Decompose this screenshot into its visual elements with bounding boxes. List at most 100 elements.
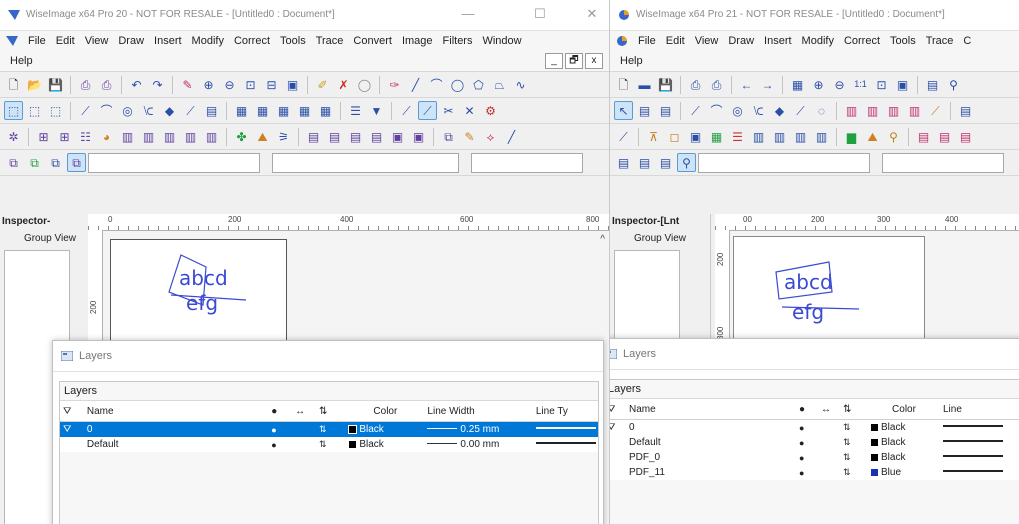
- menu-filters[interactable]: Filters: [443, 35, 473, 47]
- doc-minimize-button[interactable]: _: [545, 53, 563, 69]
- menu-edit[interactable]: Edit: [666, 35, 685, 47]
- raster-tool-9-icon[interactable]: ▥: [791, 127, 810, 146]
- layers-icon[interactable]: ▤: [614, 153, 633, 172]
- layer-dropdown[interactable]: [88, 152, 260, 173]
- raster-tool-11-icon[interactable]: ✤: [232, 127, 251, 146]
- trace-cross-icon[interactable]: ✕: [460, 101, 479, 120]
- select-fill-icon[interactable]: ◆: [160, 101, 179, 120]
- menu-trace[interactable]: Trace: [316, 35, 344, 47]
- name-column-header[interactable]: Name: [626, 399, 796, 420]
- trace-select-icon[interactable]: ⟋: [418, 101, 437, 120]
- layers-dialog-title[interactable]: Layers: [53, 341, 603, 372]
- menu-correct[interactable]: Correct: [844, 35, 880, 47]
- visible-icon[interactable]: ●: [796, 465, 818, 480]
- visibility-column-icon[interactable]: ●: [796, 399, 818, 420]
- group-view-tab[interactable]: Group View: [4, 232, 96, 246]
- select-circle-icon[interactable]: ◎: [118, 101, 137, 120]
- raster-tool-2-icon[interactable]: ⊼: [644, 127, 663, 146]
- edit-raster-icon[interactable]: ✎: [178, 75, 197, 94]
- undo-icon[interactable]: ↶: [127, 75, 146, 94]
- filter-column-icon[interactable]: ⛛: [60, 401, 84, 422]
- print-preview-icon[interactable]: ⎙: [97, 75, 116, 94]
- raster-tool-7-icon[interactable]: ▥: [749, 127, 768, 146]
- zoom-out-icon[interactable]: ⊖: [830, 75, 849, 94]
- raster-tool-22-icon[interactable]: ⟡: [481, 127, 500, 146]
- app-menu-icon[interactable]: [616, 35, 628, 47]
- raster-select-5-icon[interactable]: ⟋: [926, 101, 945, 120]
- select-all-icon[interactable]: ⬚: [46, 101, 65, 120]
- raster-tool-13-icon[interactable]: ⚲: [884, 127, 903, 146]
- link-column-icon[interactable]: ↔: [292, 401, 316, 422]
- eraser-icon[interactable]: ◯: [355, 75, 374, 94]
- raster-tool-21-icon[interactable]: ✎: [460, 127, 479, 146]
- raster-tool-10-icon[interactable]: ▥: [812, 127, 831, 146]
- trace-cut-icon[interactable]: ✂: [439, 101, 458, 120]
- linetype-dropdown[interactable]: [882, 152, 1004, 173]
- trace-settings-icon[interactable]: ⚙: [481, 101, 500, 120]
- print-preview-icon[interactable]: ⎙: [707, 75, 726, 94]
- brush-icon[interactable]: ✑: [385, 75, 404, 94]
- zoom-page-icon[interactable]: ▣: [893, 75, 912, 94]
- adjust-icon[interactable]: ⚲: [944, 75, 963, 94]
- layer-row[interactable]: ⛛ 0 ● ⇅ Black 0.25 mm: [60, 421, 598, 437]
- zoom-in-icon[interactable]: ⊕: [809, 75, 828, 94]
- visible-icon[interactable]: ●: [268, 437, 292, 452]
- raster-tool-16-icon[interactable]: ▤: [346, 127, 365, 146]
- menu-tools[interactable]: Tools: [280, 35, 306, 47]
- layer-row[interactable]: Default ● ⇅ Black: [610, 435, 1019, 450]
- zoom-out-icon[interactable]: ⊖: [220, 75, 239, 94]
- zoom-page-icon[interactable]: ▣: [283, 75, 302, 94]
- select-polyline-icon[interactable]: ⟈: [139, 101, 158, 120]
- menu-draw[interactable]: Draw: [728, 35, 754, 47]
- filter-column-icon[interactable]: ⛛: [610, 399, 626, 420]
- select-line-icon[interactable]: ⟋: [686, 101, 705, 120]
- print-icon[interactable]: ⎙: [76, 75, 95, 94]
- zoom-window-icon[interactable]: ⊡: [872, 75, 891, 94]
- raster-tool-14-icon[interactable]: ▤: [914, 127, 933, 146]
- lock-column-icon[interactable]: ⇅: [315, 401, 347, 422]
- close-button[interactable]: ✕: [580, 6, 604, 22]
- select-text-icon[interactable]: ⟋: [181, 101, 200, 120]
- select-line-icon[interactable]: ⟋: [76, 101, 95, 120]
- raster-tool-3-icon[interactable]: ◻: [665, 127, 684, 146]
- filter-icon[interactable]: ▼: [367, 101, 386, 120]
- raster-select-4-icon[interactable]: ▥: [905, 101, 924, 120]
- menu-file[interactable]: File: [28, 35, 46, 47]
- lock-icon[interactable]: ⇅: [840, 420, 868, 436]
- raster-tool-5-icon[interactable]: ▦: [707, 127, 726, 146]
- menu-insert[interactable]: Insert: [764, 35, 792, 47]
- layer-row[interactable]: PDF_0 ● ⇅ Black: [610, 450, 1019, 465]
- visible-icon[interactable]: ●: [796, 450, 818, 465]
- title-bar[interactable]: WiseImage x64 Pro 20 - NOT FOR RESALE - …: [0, 0, 609, 31]
- select-polyline-icon[interactable]: ⟈: [749, 101, 768, 120]
- doc-restore-button[interactable]: 🗗: [565, 53, 583, 69]
- layer-search-icon[interactable]: ⚲: [677, 153, 696, 172]
- raster-tool-6-icon[interactable]: ☰: [728, 127, 747, 146]
- raster-tool-12-icon[interactable]: ⛰: [253, 127, 272, 146]
- zoom-fit-icon[interactable]: ⊡: [241, 75, 260, 94]
- raster-select-2-icon[interactable]: ▥: [863, 101, 882, 120]
- raster-select-3-icon[interactable]: ▦: [274, 101, 293, 120]
- select-hatch-icon[interactable]: ◌: [812, 101, 831, 120]
- select-circle-icon[interactable]: ◎: [728, 101, 747, 120]
- layer-filter-icon[interactable]: ▤: [656, 153, 675, 172]
- raster-select-5-icon[interactable]: ▦: [316, 101, 335, 120]
- raster-tool-4-icon[interactable]: ☷: [76, 127, 95, 146]
- raster-tool-7-icon[interactable]: ▥: [139, 127, 158, 146]
- properties-icon[interactable]: ▤: [923, 75, 942, 94]
- menu-trace[interactable]: Trace: [926, 35, 954, 47]
- raster-select-6-icon[interactable]: ▤: [956, 101, 975, 120]
- raster-tool-23-icon[interactable]: ╱: [502, 127, 521, 146]
- raster-tool-5-icon[interactable]: ◕: [97, 127, 116, 146]
- layer-row[interactable]: PDF_11 ● ⇅ Blue: [610, 465, 1019, 480]
- undo-icon[interactable]: ←: [737, 75, 756, 94]
- linewidth-column-header[interactable]: Line Width: [424, 401, 533, 422]
- select-hatch-icon[interactable]: ▤: [202, 101, 221, 120]
- select-text-icon[interactable]: ⟋: [791, 101, 810, 120]
- maximize-button[interactable]: ☐: [528, 6, 552, 22]
- new-document-icon[interactable]: 🗋: [4, 75, 23, 94]
- raster-select-1-icon[interactable]: ▥: [842, 101, 861, 120]
- menu-image[interactable]: Image: [402, 35, 433, 47]
- zoom-in-icon[interactable]: ⊕: [199, 75, 218, 94]
- raster-tool-19-icon[interactable]: ▣: [409, 127, 428, 146]
